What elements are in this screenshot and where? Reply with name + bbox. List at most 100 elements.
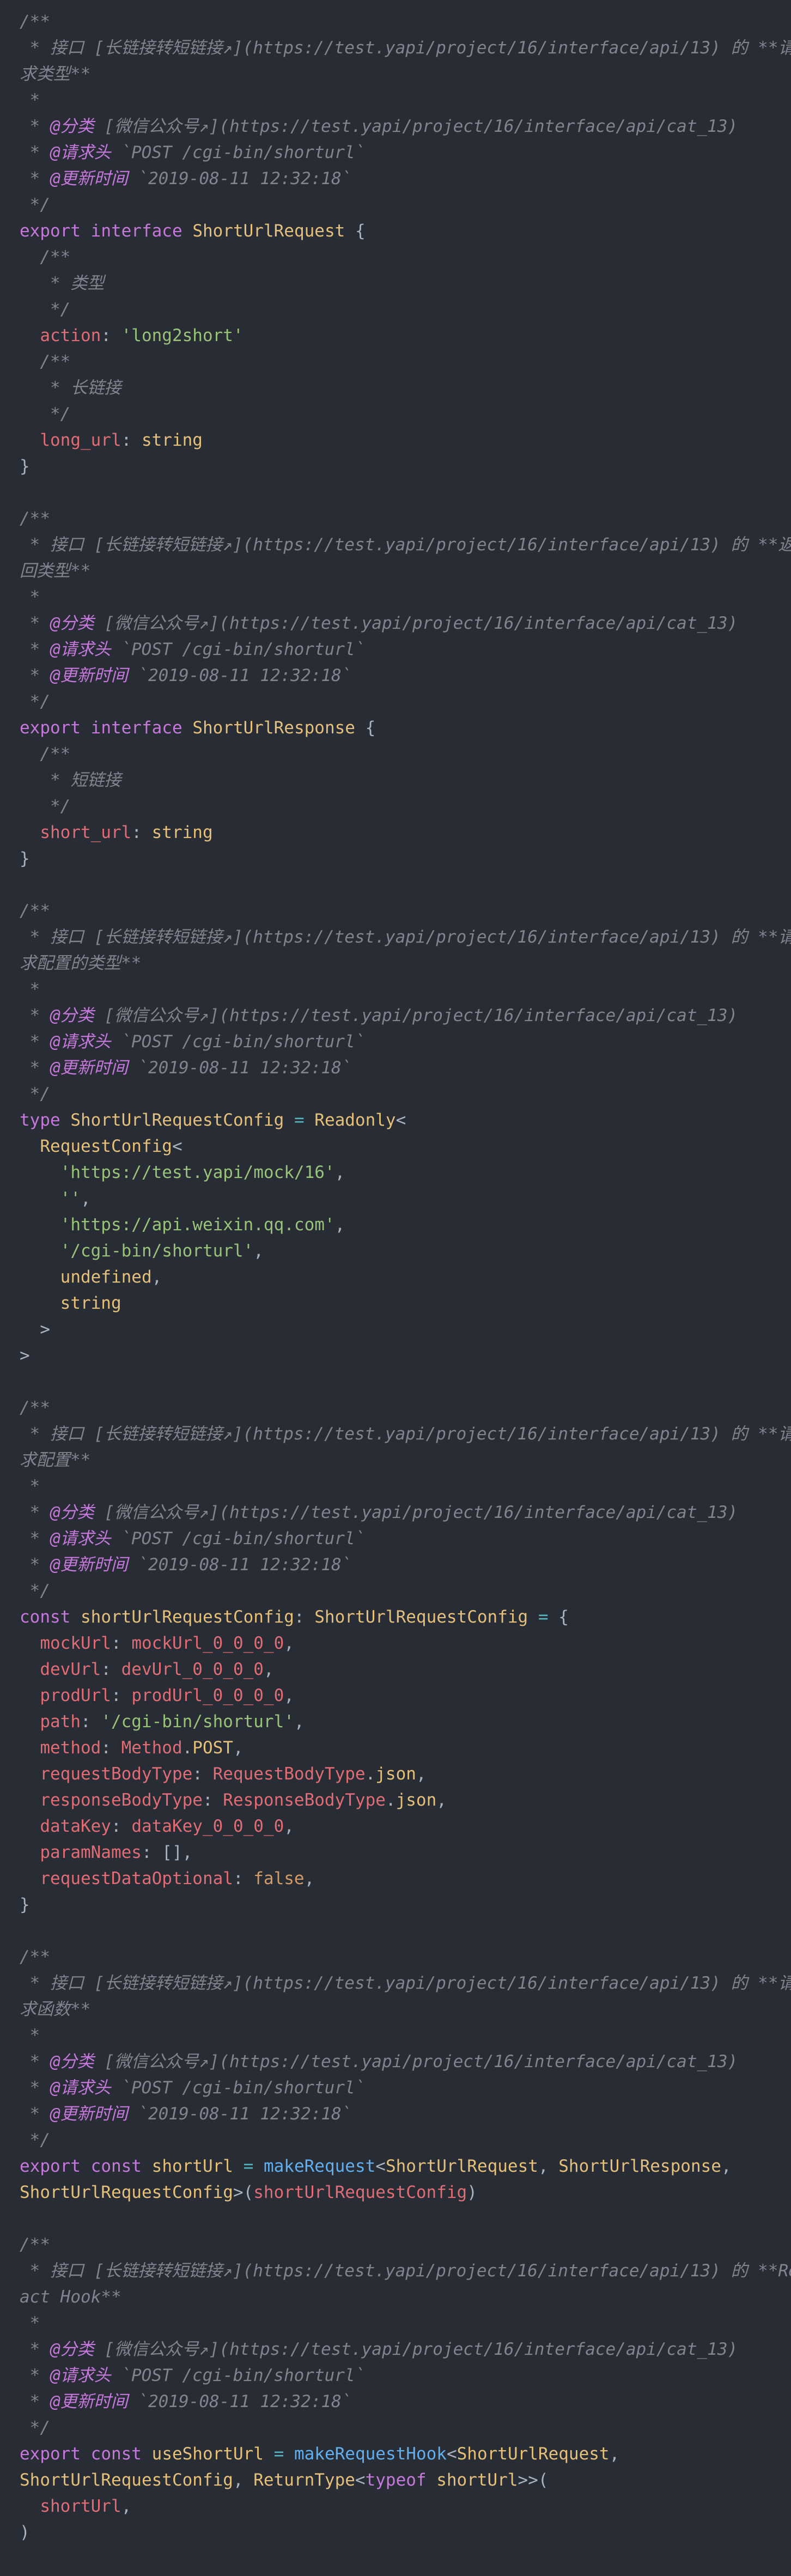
code-line: /** <box>20 898 771 924</box>
type-token: ShortUrlRequestConfig <box>20 2183 233 2202</box>
punctuation-token <box>284 2444 294 2464</box>
comment-token: /** <box>20 12 50 32</box>
operator-token: = <box>538 1607 549 1627</box>
type-token: Readonly <box>314 1110 396 1130</box>
code-line: ) <box>20 2519 771 2545</box>
punctuation-token <box>528 1607 538 1627</box>
punctuation-token: >>( <box>518 2470 549 2490</box>
property-token: prodUrl_0_0_0_0 <box>131 1686 284 1705</box>
code-line: * @请求头 `POST /cgi-bin/shorturl` <box>20 2075 771 2101</box>
punctuation-token <box>20 1215 60 1235</box>
code-line: * @请求头 `POST /cgi-bin/shorturl` <box>20 636 771 663</box>
code-line: /** <box>20 1944 771 1970</box>
punctuation-token: , <box>80 1189 91 1208</box>
doc-tag-token: @请求头 <box>50 1529 111 1548</box>
property-token: shortUrlRequestConfig <box>253 2183 467 2202</box>
code-line: short_url: string <box>20 819 771 846</box>
doc-tag-token: @分类 <box>50 2340 94 2359</box>
code-line: * 接口 [长链接转短链接↗](https://test.yapi/projec… <box>20 1970 791 1996</box>
code-line: */ <box>20 401 771 427</box>
code-line: */ <box>20 689 771 715</box>
keyword-token: interface <box>90 718 182 738</box>
type-token: ShortUrlResponse <box>192 718 355 738</box>
property-token: dataKey_0_0_0_0 <box>131 1816 284 1836</box>
punctuation-token <box>264 2444 274 2464</box>
punctuation-token: , <box>284 1816 294 1836</box>
type-token: string <box>141 430 203 450</box>
keyword-token: export <box>20 221 81 241</box>
punctuation-token: , <box>334 1215 345 1235</box>
punctuation-token: ) <box>20 2523 30 2542</box>
code-line: * <box>20 2310 771 2336</box>
property-token: path <box>40 1712 81 1731</box>
comment-token: * <box>20 2104 50 2124</box>
punctuation-token: , <box>538 2156 559 2176</box>
punctuation-token <box>20 1267 60 1287</box>
code-line: * <box>20 976 771 1003</box>
type-token: string <box>151 823 213 842</box>
punctuation-token: : <box>294 1607 315 1627</box>
punctuation-token: , <box>151 1267 162 1287</box>
comment-token: `2019-08-11 12:32:18` <box>127 2392 352 2411</box>
code-line: */ <box>20 2415 771 2441</box>
type-token: shortUrl <box>436 2470 518 2490</box>
code-line: * 长链接 <box>20 375 771 401</box>
punctuation-token: : <box>101 1738 121 1758</box>
property-token: Method <box>121 1738 182 1758</box>
comment-token: */ <box>20 692 50 712</box>
keyword-token: export <box>20 2444 81 2464</box>
comment-token: */ <box>20 2130 50 2150</box>
keyword-token: const <box>90 2444 142 2464</box>
comment-token: * <box>20 1006 50 1025</box>
comment-token: * 长链接 <box>20 378 121 398</box>
code-line: * @更新时间 `2019-08-11 12:32:18` <box>20 166 771 192</box>
punctuation-token: , <box>294 1712 305 1731</box>
doc-tag-token: @分类 <box>50 117 94 136</box>
property-token: devUrl <box>40 1660 101 1679</box>
string-token: '/cgi-bin/shorturl' <box>101 1712 294 1731</box>
keyword-token: const <box>20 1607 71 1627</box>
comment-token: 求类型** <box>20 64 91 84</box>
type-token: RequestConfig <box>40 1137 172 1156</box>
code-line: * @分类 [微信公众号↗](https://test.yapi/project… <box>20 113 771 139</box>
comment-token: 回类型** <box>20 561 91 581</box>
code-line: ​ <box>20 1918 771 1944</box>
comment-token: * <box>20 169 50 189</box>
punctuation-token <box>81 2156 91 2176</box>
comment-token: * <box>20 90 40 110</box>
punctuation-token: : [], <box>141 1843 193 1862</box>
doc-tag-token: @分类 <box>50 1006 94 1025</box>
comment-token: */ <box>20 404 71 424</box>
code-line: export interface ShortUrlRequest { <box>20 218 771 244</box>
comment-token: `2019-08-11 12:32:18` <box>127 666 352 685</box>
comment-token: * <box>20 1032 50 1052</box>
comment-token: * <box>20 2313 40 2333</box>
comment-token: * <box>20 587 40 607</box>
code-line: * @更新时间 `2019-08-11 12:32:18` <box>20 2389 771 2415</box>
code-line: RequestConfig< <box>20 1133 771 1159</box>
property-token: method <box>40 1738 101 1758</box>
string-token: 'https://api.weixin.qq.com' <box>60 1215 335 1235</box>
punctuation-token: < <box>446 2444 457 2464</box>
operator-token: = <box>294 1110 305 1130</box>
comment-token: * <box>20 1529 50 1548</box>
comment-token: * <box>20 1058 50 1078</box>
property-token: RequestBodyType <box>212 1764 366 1784</box>
type-token: ShortUrlRequest <box>192 221 345 241</box>
punctuation-token: : <box>101 1660 121 1679</box>
punctuation-token <box>253 2156 264 2176</box>
comment-token: * 接口 [长链接转短链接↗](https://test.yapi/projec… <box>20 1424 791 1444</box>
keyword-token: export <box>20 718 81 738</box>
comment-token: */ <box>20 797 71 816</box>
punctuation-token: , <box>121 2496 132 2516</box>
punctuation-token <box>20 1764 40 1784</box>
code-line: * <box>20 1473 771 1499</box>
comment-token: /** <box>20 509 50 528</box>
property-token: shortUrl <box>40 2496 121 2516</box>
comment-token: `2019-08-11 12:32:18` <box>127 1058 352 1078</box>
doc-tag-token: @分类 <box>50 2052 94 2071</box>
doc-tag-token: @更新时间 <box>50 666 128 685</box>
comment-token: * <box>20 613 50 633</box>
code-line: * 短链接 <box>20 767 771 793</box>
comment-token: [微信公众号↗](https://test.yapi/project/16/in… <box>94 117 738 136</box>
